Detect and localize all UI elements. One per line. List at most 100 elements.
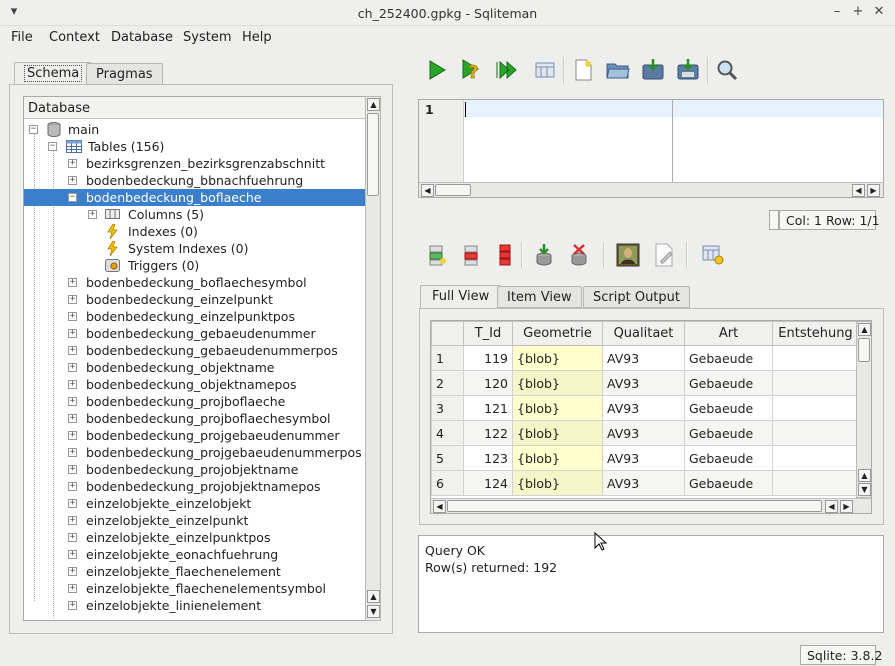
scroll-right-icon[interactable]: ▶ [867, 184, 880, 197]
cell-qualitaet[interactable]: AV93 [602, 470, 685, 496]
cell-entstehung[interactable] [772, 445, 859, 471]
delete-row-icon[interactable] [458, 242, 484, 268]
cell-qualitaet[interactable]: AV93 [602, 370, 685, 396]
row-header[interactable]: 3 [431, 395, 464, 421]
cell-art[interactable]: Gebaeude [684, 370, 773, 396]
explain-icon[interactable]: ? [459, 57, 485, 83]
menu-database[interactable]: Database [111, 30, 173, 45]
expand-icon[interactable]: + [68, 567, 77, 576]
cell-geometrie[interactable]: {blob} [512, 345, 603, 371]
row-header[interactable]: 4 [431, 420, 464, 446]
table-settings-icon[interactable] [700, 242, 726, 268]
expand-icon[interactable]: + [68, 278, 77, 287]
minimize-icon[interactable]: – [829, 4, 845, 19]
table-row[interactable]: 1 119 {blob} AV93 Gebaeude [431, 345, 859, 371]
scroll-left-icon[interactable]: ◀ [421, 184, 434, 197]
column-header[interactable]: Geometrie [512, 321, 603, 346]
maximize-icon[interactable]: + [850, 4, 866, 19]
expand-icon[interactable]: + [68, 448, 77, 457]
scroll-thumb[interactable] [435, 184, 471, 196]
tab-script-output[interactable]: Script Output [583, 286, 690, 308]
expand-icon[interactable]: + [68, 312, 77, 321]
cell-t-id[interactable]: 119 [463, 345, 513, 371]
expand-icon[interactable]: + [88, 210, 97, 219]
column-header[interactable]: Qualitaet [602, 321, 685, 346]
save-as-icon[interactable] [675, 57, 701, 83]
expand-icon[interactable]: + [68, 380, 77, 389]
cell-entstehung[interactable] [772, 345, 859, 371]
scroll-down-icon[interactable]: ▼ [367, 605, 380, 618]
expand-icon[interactable]: + [68, 329, 77, 338]
new-file-icon[interactable] [570, 57, 596, 83]
table-row[interactable]: 2 120 {blob} AV93 Gebaeude [431, 370, 859, 396]
grid-vscrollbar[interactable]: ▲ ▲ ▼ [856, 321, 871, 498]
table-row[interactable]: 4 122 {blob} AV93 Gebaeude [431, 420, 859, 446]
editor-hscrollbar[interactable]: ◀ ◀ ▶ [419, 182, 883, 197]
cell-qualitaet[interactable]: AV93 [602, 445, 685, 471]
menu-help[interactable]: Help [242, 30, 272, 45]
tab-item-view[interactable]: Item View [497, 286, 582, 308]
expand-icon[interactable]: + [68, 550, 77, 559]
table-row[interactable]: 3 121 {blob} AV93 Gebaeude [431, 395, 859, 421]
menu-context[interactable]: Context [49, 30, 100, 45]
scroll-up-icon[interactable]: ▲ [367, 590, 380, 603]
cell-art[interactable]: Gebaeude [684, 395, 773, 421]
cell-art[interactable]: Gebaeude [684, 420, 773, 446]
row-header[interactable]: 5 [431, 445, 464, 471]
tree-table-row-selected[interactable]: − bodenbedeckung_boflaeche [24, 189, 365, 206]
expand-icon[interactable]: + [68, 516, 77, 525]
cell-entstehung[interactable] [772, 370, 859, 396]
tab-schema[interactable]: Schema [14, 62, 93, 84]
scroll-up-icon[interactable]: ▲ [858, 469, 871, 482]
expand-icon[interactable]: + [68, 465, 77, 474]
expand-icon[interactable]: + [68, 159, 77, 168]
cell-t-id[interactable]: 120 [463, 370, 513, 396]
cell-t-id[interactable]: 121 [463, 395, 513, 421]
table-row[interactable]: 6 124 {blob} AV93 Gebaeude [431, 470, 859, 496]
cell-geometrie[interactable]: {blob} [512, 370, 603, 396]
cell-geometrie[interactable]: {blob} [512, 445, 603, 471]
expand-icon[interactable]: + [68, 601, 77, 610]
insert-row-icon[interactable] [424, 242, 450, 268]
expand-icon[interactable]: + [68, 482, 77, 491]
grid-hscrollbar[interactable]: ◀ ◀ ▶ [431, 498, 871, 513]
row-header[interactable]: 1 [431, 345, 464, 371]
cell-entstehung[interactable] [772, 420, 859, 446]
row-header[interactable]: 6 [431, 470, 464, 496]
sql-editor[interactable]: 1 ◀ ◀ ▶ [418, 99, 884, 198]
cell-entstehung[interactable] [772, 470, 859, 496]
cell-t-id[interactable]: 123 [463, 445, 513, 471]
expand-icon[interactable]: + [68, 176, 77, 185]
table-row[interactable]: 5 123 {blob} AV93 Gebaeude [431, 445, 859, 471]
run-script-icon[interactable] [494, 57, 520, 83]
expand-icon[interactable]: + [68, 431, 77, 440]
expand-icon[interactable]: + [68, 363, 77, 372]
expand-icon[interactable]: + [68, 584, 77, 593]
collapse-icon[interactable]: − [68, 193, 77, 202]
cell-t-id[interactable]: 122 [463, 420, 513, 446]
commit-icon[interactable] [531, 242, 557, 268]
corner-cell[interactable] [431, 321, 464, 346]
scroll-left-icon[interactable]: ◀ [852, 184, 865, 197]
cell-qualitaet[interactable]: AV93 [602, 345, 685, 371]
cell-art[interactable]: Gebaeude [684, 470, 773, 496]
scroll-right-icon[interactable]: ▶ [840, 500, 853, 513]
search-icon[interactable] [714, 57, 740, 83]
scroll-left-icon[interactable]: ◀ [825, 500, 838, 513]
tab-full-view[interactable]: Full View [420, 285, 502, 309]
scroll-thumb[interactable] [367, 113, 379, 196]
cell-geometrie[interactable]: {blob} [512, 420, 603, 446]
cell-art[interactable]: Gebaeude [684, 345, 773, 371]
scroll-up-icon[interactable]: ▲ [858, 323, 871, 336]
expand-icon[interactable]: + [68, 414, 77, 423]
row-header[interactable]: 2 [431, 370, 464, 396]
rollback-icon[interactable] [566, 242, 592, 268]
scroll-thumb[interactable] [858, 338, 870, 362]
cell-art[interactable]: Gebaeude [684, 445, 773, 471]
menu-system[interactable]: System [183, 30, 231, 45]
scroll-thumb[interactable] [447, 500, 822, 512]
result-grid[interactable]: T_Id Geometrie Qualitaet Art Entstehung … [430, 320, 872, 514]
schema-tree[interactable]: Database − main − Tables (156) + bezirks… [23, 96, 366, 621]
tab-pragmas[interactable]: Pragmas [86, 63, 163, 85]
column-header[interactable]: Entstehung [772, 321, 859, 346]
